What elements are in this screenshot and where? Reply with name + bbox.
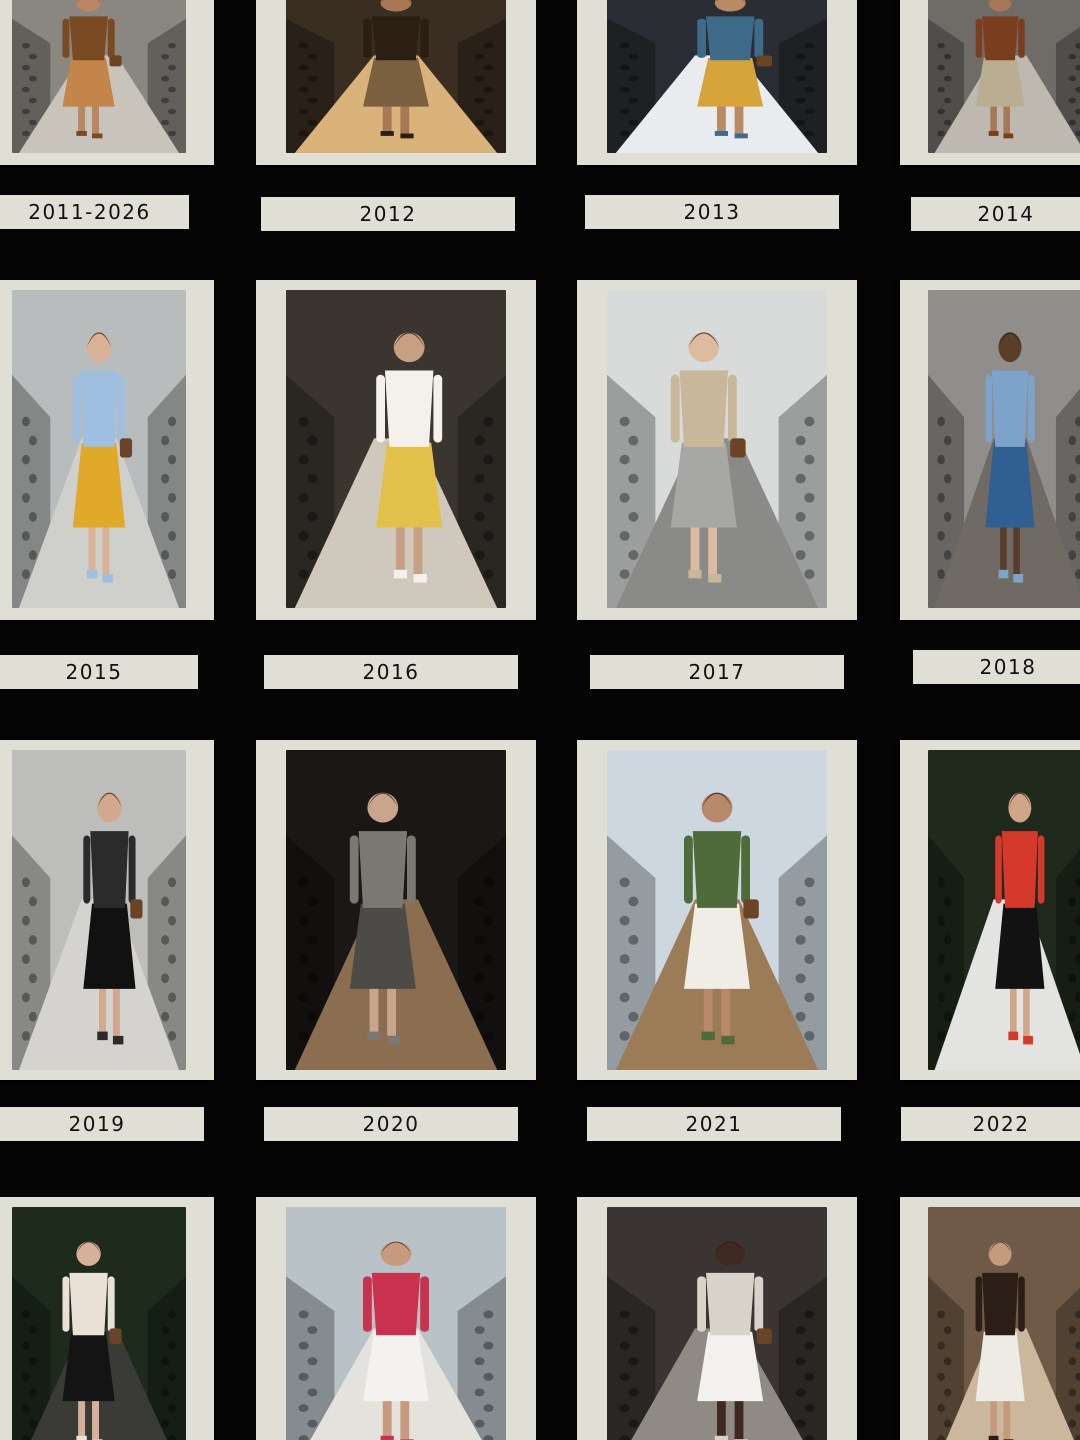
- year-label: 2016: [264, 655, 518, 689]
- photo-card[interactable]: [256, 0, 536, 165]
- photo-card[interactable]: [577, 740, 857, 1080]
- year-label: 2014: [911, 197, 1080, 231]
- year-label: 2013: [585, 195, 839, 229]
- photo-card[interactable]: [256, 740, 536, 1080]
- year-label: 2017: [590, 655, 844, 689]
- runway-photo: [12, 0, 186, 153]
- runway-photo: [607, 1207, 827, 1440]
- photo-card[interactable]: [577, 0, 857, 165]
- photo-card[interactable]: [0, 1197, 214, 1440]
- photo-card[interactable]: [0, 0, 214, 165]
- runway-photo: [286, 0, 506, 153]
- runway-photo: [12, 1207, 186, 1440]
- runway-photo: [928, 290, 1080, 608]
- year-label: 2022: [901, 1107, 1080, 1141]
- photo-card[interactable]: [256, 1197, 536, 1440]
- year-label: 2015: [0, 655, 198, 689]
- photo-card[interactable]: [0, 740, 214, 1080]
- photo-card[interactable]: [900, 1197, 1080, 1440]
- photo-card[interactable]: [577, 1197, 857, 1440]
- runway-photo: [607, 290, 827, 608]
- year-label: 2021: [587, 1107, 841, 1141]
- runway-timeline-grid: 2011-2026 2012 2013 2014 2015 2016 2017 2018 201…: [0, 0, 1080, 1440]
- runway-photo: [286, 1207, 506, 1440]
- year-label: 2012: [261, 197, 515, 231]
- runway-photo: [12, 750, 186, 1070]
- year-label: 2019: [0, 1107, 204, 1141]
- photo-card[interactable]: [256, 280, 536, 620]
- photo-card[interactable]: [0, 280, 214, 620]
- photo-card[interactable]: [900, 280, 1080, 620]
- year-label: 2011-2026: [0, 195, 189, 229]
- year-label: 2018: [913, 650, 1080, 684]
- runway-photo: [286, 750, 506, 1070]
- runway-photo: [928, 750, 1080, 1070]
- runway-photo: [928, 1207, 1080, 1440]
- photo-card[interactable]: [900, 740, 1080, 1080]
- photo-card[interactable]: [900, 0, 1080, 165]
- photo-card[interactable]: [577, 280, 857, 620]
- runway-photo: [12, 290, 186, 608]
- runway-photo: [607, 750, 827, 1070]
- runway-photo: [286, 290, 506, 608]
- runway-photo: [607, 0, 827, 153]
- year-label: 2020: [264, 1107, 518, 1141]
- runway-photo: [928, 0, 1080, 153]
